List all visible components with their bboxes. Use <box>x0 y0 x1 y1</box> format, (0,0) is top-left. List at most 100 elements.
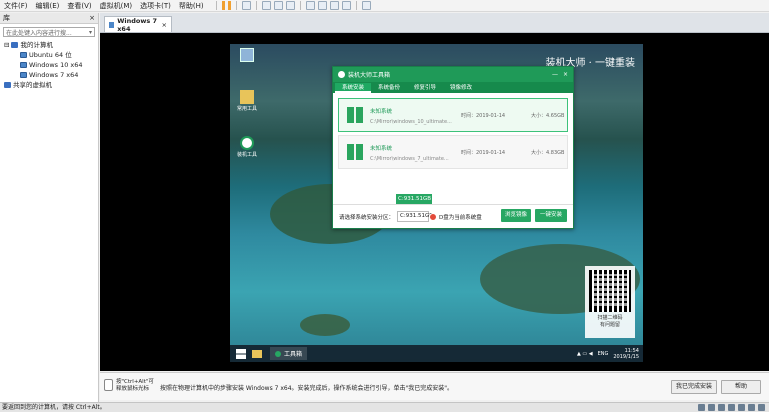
partition-label: 请选择系统安装分区： <box>339 215 395 221</box>
device-icons <box>698 404 765 411</box>
finished-install-button[interactable]: 我已完成安装 <box>671 380 717 394</box>
menu-help[interactable]: 帮助(H) <box>175 1 208 11</box>
library-search-input[interactable]: 在此处键入内容进行搜... ▾ <box>3 27 95 37</box>
installer-logo-icon <box>240 136 254 150</box>
windows-logo-icon <box>347 107 363 123</box>
qr-caption: 有问题留 <box>599 322 620 328</box>
computer-icon <box>11 42 19 48</box>
library-title: 库 <box>3 14 10 22</box>
desktop-icon-installer[interactable]: 装机工具 <box>234 136 260 158</box>
snapshot-manager-icon[interactable] <box>285 1 295 10</box>
desktop-icon-computer[interactable] <box>234 48 260 63</box>
tree-item-windows-7[interactable]: Windows 7 x64 <box>4 70 98 80</box>
close-icon[interactable]: × <box>162 21 167 29</box>
toolbar-separator <box>255 1 257 10</box>
system-name: 未知系统 <box>370 109 393 115</box>
close-icon[interactable]: × <box>89 14 95 22</box>
full-screen-icon[interactable] <box>329 1 339 10</box>
system-path: C:\Mirror\windows_10_ultimate... <box>370 119 452 125</box>
close-icon[interactable]: × <box>563 71 568 78</box>
language-indicator[interactable]: ENG <box>598 351 609 357</box>
toolbar-separator <box>299 1 301 10</box>
desktop-icon-label: 常用工具 <box>236 106 257 112</box>
windows-logo-icon <box>347 144 363 160</box>
usb-icon[interactable] <box>728 404 735 411</box>
tray-icons[interactable]: ▲ ▭ ◀ <box>577 351 593 357</box>
taskbar-app-label: 工具箱 <box>284 351 303 358</box>
send-ctrl-alt-del-icon[interactable] <box>241 1 251 10</box>
installer-tabs: 系统安装 系统备份 修复引导 镜像修改 <box>333 82 573 93</box>
release-cursor-hint: 按"Ctrl+Alt"可释放鼠标光标 <box>116 379 154 392</box>
tree-item-shared-vms[interactable]: 共享的虚拟机 <box>4 80 98 90</box>
toolbar-separator <box>355 1 357 10</box>
toolbar <box>214 1 371 10</box>
minimize-icon[interactable]: — <box>552 71 558 78</box>
library-search-placeholder: 在此处键入内容进行搜... <box>6 29 72 37</box>
display-icon[interactable] <box>748 404 755 411</box>
tree-item-ubuntu[interactable]: Ubuntu 64 位 <box>4 50 98 60</box>
guest-taskbar: 工具箱 ▲ ▭ ◀ ENG 11:54 2019/1/15 <box>230 345 643 362</box>
installer-title: 装机大师工具箱 <box>348 72 391 79</box>
taskbar-app-installer[interactable]: 工具箱 <box>270 347 308 360</box>
toolbar-separator <box>235 1 237 10</box>
vm-icon <box>20 52 27 58</box>
browse-image-button[interactable]: 浏览镜像 <box>501 209 531 222</box>
one-click-install-button[interactable]: 一键安装 <box>535 209 567 222</box>
windows-start-icon[interactable] <box>236 348 246 359</box>
tree-item-label: Windows 10 x64 <box>29 61 83 69</box>
menu-vm[interactable]: 虚拟机(M) <box>96 1 137 11</box>
system-image-row[interactable]: 未知系统 C:\Mirror\windows_7_ultimate... 时间：… <box>338 135 568 169</box>
current-disk-note: D盘为当前系统盘 <box>439 215 482 221</box>
revert-snapshot-icon[interactable] <box>273 1 283 10</box>
tab-windows-7[interactable]: Windows 7 x64 × <box>104 16 172 33</box>
qr-code-icon <box>589 270 631 312</box>
window-controls: — × <box>552 71 568 78</box>
desktop-icon-label: 装机工具 <box>236 152 257 158</box>
tab-repair-boot[interactable]: 修复引导 <box>407 83 443 93</box>
tab-system-install[interactable]: 系统安装 <box>335 83 372 93</box>
tab-system-backup[interactable]: 系统备份 <box>371 83 407 93</box>
message-icon[interactable] <box>758 404 765 411</box>
pause-icon[interactable] <box>221 1 231 10</box>
library-panel: 库 × 在此处键入内容进行搜... ▾ ⊟ 我的计算机 Ubuntu 64 位 … <box>0 13 99 402</box>
shared-vms-icon <box>4 82 11 88</box>
hard-disk-icon[interactable] <box>698 404 705 411</box>
toolbar-separator <box>215 1 217 10</box>
menu-view[interactable]: 查看(V) <box>63 1 95 11</box>
library-header: 库 × <box>0 13 98 24</box>
clock-date: 2019/1/15 <box>613 353 639 360</box>
show-library-icon[interactable] <box>305 1 315 10</box>
install-hint-bar: 按"Ctrl+Alt"可释放鼠标光标 按照在物理计算机中的步骤安装 Window… <box>100 372 769 400</box>
network-icon[interactable] <box>718 404 725 411</box>
cd-drive-icon[interactable] <box>708 404 715 411</box>
installer-footer: C:931.51GB 请选择系统安装分区： C:931.51GB D盘为当前系统… <box>333 194 573 228</box>
menu-tabs[interactable]: 选项卡(T) <box>136 1 175 11</box>
guest-desktop[interactable]: 常用工具 装机工具 装机大师 · 一键重装 装机大师工具箱 — × 系统安装 系… <box>230 44 643 362</box>
system-path: C:\Mirror\windows_7_ultimate... <box>370 156 449 162</box>
sound-icon[interactable] <box>738 404 745 411</box>
system-image-row[interactable]: 未知系统 C:\Mirror\windows_10_ultimate... 时间… <box>338 98 568 132</box>
collapse-icon[interactable]: ⊟ <box>4 40 9 50</box>
menu-file[interactable]: 文件(F) <box>0 1 32 11</box>
tree-item-my-computer[interactable]: ⊟ 我的计算机 <box>4 40 98 50</box>
menubar: 文件(F) 编辑(E) 查看(V) 虚拟机(M) 选项卡(T) 帮助(H) <box>0 0 769 12</box>
chevron-down-icon[interactable]: ▾ <box>89 29 92 36</box>
console-view-icon[interactable] <box>361 1 371 10</box>
menu-edit[interactable]: 编辑(E) <box>32 1 64 11</box>
tab-image-modify[interactable]: 镜像修改 <box>443 83 479 93</box>
tree-item-windows-10[interactable]: Windows 10 x64 <box>4 60 98 70</box>
partition-select[interactable]: C:931.51GB <box>397 211 433 222</box>
mouse-cursor-icon <box>429 213 437 221</box>
explorer-icon[interactable] <box>252 349 262 358</box>
partition-dropdown-option[interactable]: C:931.51GB <box>396 194 432 204</box>
clock[interactable]: 11:54 2019/1/15 <box>613 348 639 360</box>
unity-icon[interactable] <box>341 1 351 10</box>
thumbnail-bar-icon[interactable] <box>317 1 327 10</box>
help-button[interactable]: 帮助 <box>721 380 761 394</box>
tree-item-label: 共享的虚拟机 <box>13 81 52 89</box>
tree-item-label: Windows 7 x64 <box>29 71 79 79</box>
folder-icon <box>240 90 254 104</box>
system-size: 大小：4.65GB <box>531 113 565 119</box>
desktop-icon-tools[interactable]: 常用工具 <box>234 90 260 112</box>
snapshot-icon[interactable] <box>261 1 271 10</box>
